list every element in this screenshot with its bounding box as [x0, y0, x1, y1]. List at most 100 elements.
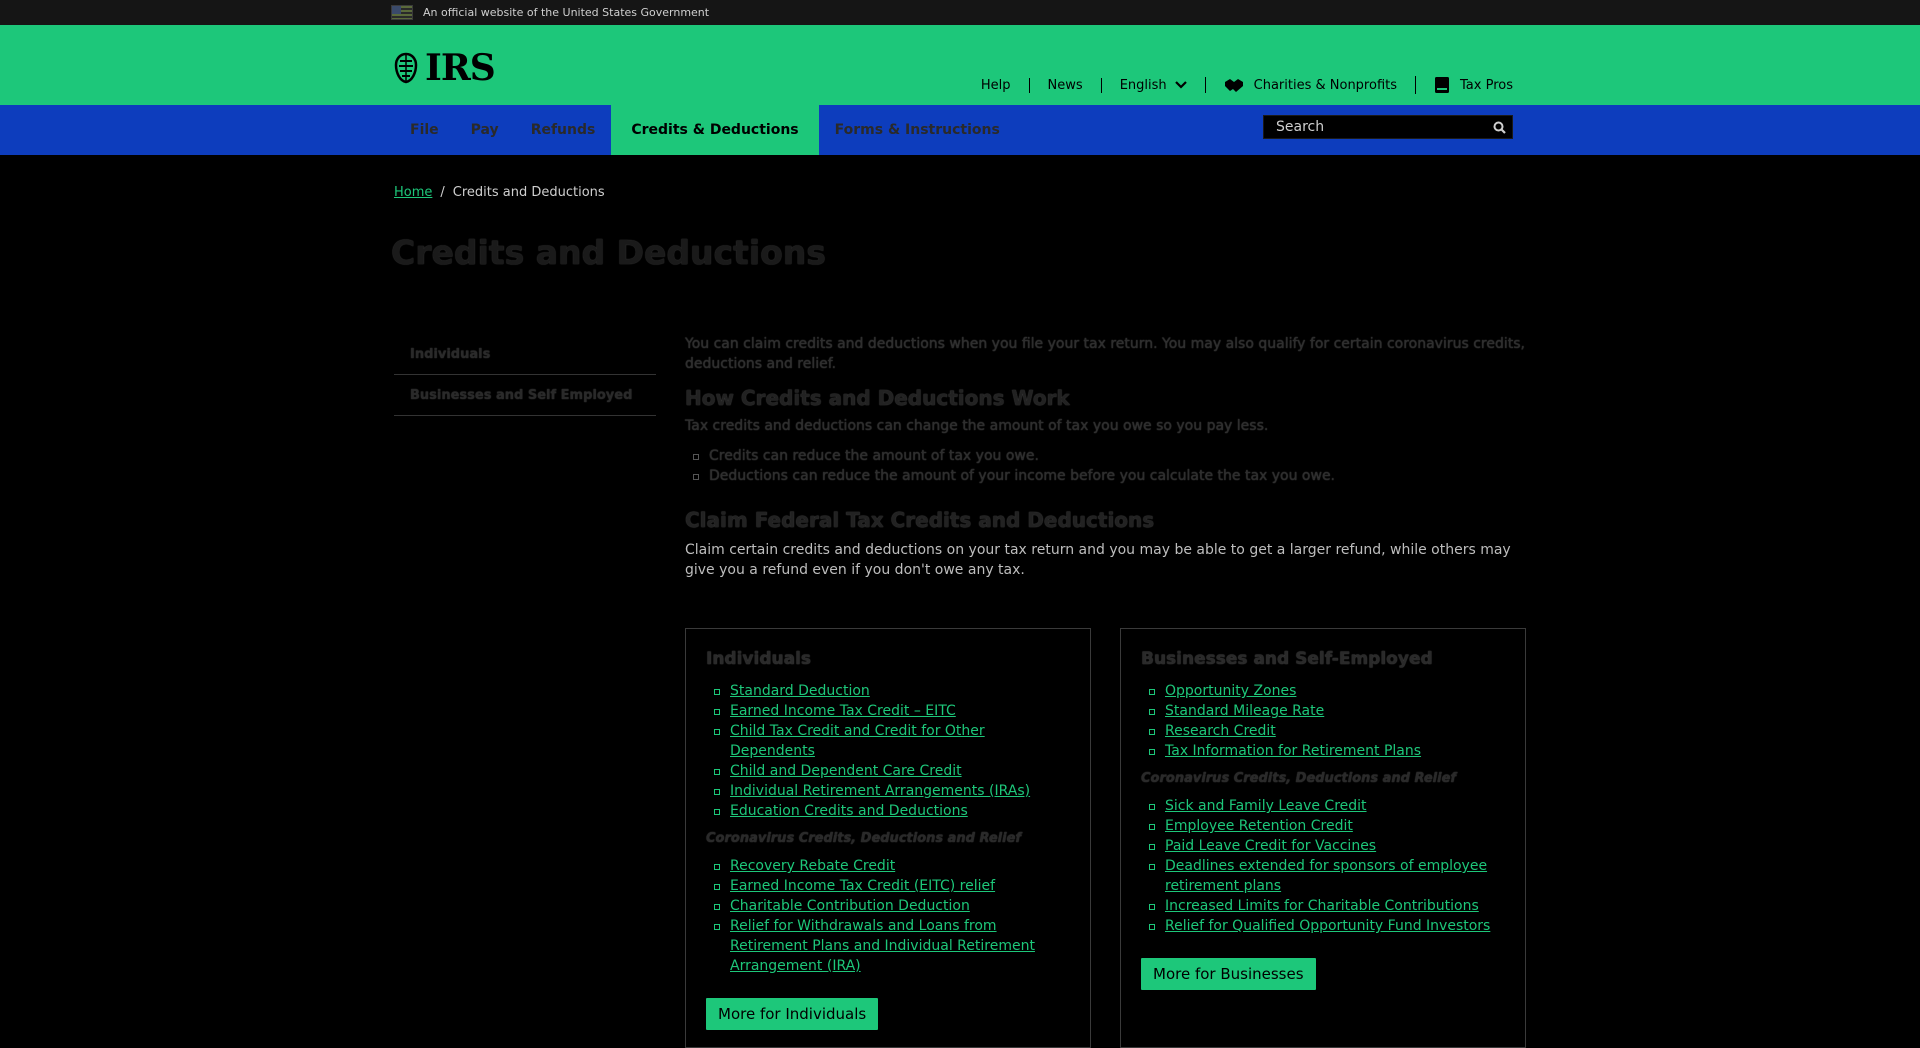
individuals-card-title: Individuals [706, 649, 812, 669]
list-item: Relief for Qualified Opportunity Fund In… [1145, 916, 1505, 936]
individuals-card: Individuals Standard Deduction Earned In… [685, 628, 1091, 1048]
individuals-covid-subheading: Coronavirus Credits, Deductions and Reli… [706, 831, 1022, 846]
individuals-links: Standard Deduction Earned Income Tax Cre… [706, 681, 1070, 821]
eagle-icon [394, 52, 418, 84]
link-dependent-care-credit[interactable]: Child and Dependent Care Credit [730, 763, 962, 779]
help-link[interactable]: Help [981, 78, 1029, 93]
link-eitc[interactable]: Earned Income Tax Credit – EITC [730, 703, 956, 719]
link-research-credit[interactable]: Research Credit [1165, 723, 1276, 739]
chevron-down-icon [1174, 81, 1187, 89]
claim-text: Claim certain credits and deductions on … [685, 542, 1511, 578]
nav-file[interactable]: File [394, 105, 455, 155]
search-box [1263, 115, 1513, 139]
gov-banner: An official website of the United States… [0, 0, 1920, 25]
list-item: Employee Retention Credit [1145, 816, 1505, 836]
list-item: Earned Income Tax Credit (EITC) relief [710, 876, 1070, 896]
nav-pay[interactable]: Pay [455, 105, 515, 155]
intro-text: You can claim credits and deductions whe… [685, 336, 1525, 372]
list-item: Research Credit [1145, 721, 1505, 741]
businesses-covid-links: Sick and Family Leave Credit Employee Re… [1141, 796, 1505, 936]
nav-forms-instructions[interactable]: Forms & Instructions [819, 105, 1016, 155]
gov-banner-text: An official website of the United States… [423, 6, 710, 19]
list-item: Tax Information for Retirement Plans [1145, 741, 1505, 761]
language-label: English [1119, 77, 1167, 93]
handshake-icon [1224, 77, 1244, 93]
claim-heading: Claim Federal Tax Credits and Deductions [685, 508, 1155, 532]
site-header: IRS Help News English Charities & Nonpro… [0, 25, 1920, 105]
link-paid-leave-vaccines[interactable]: Paid Leave Credit for Vaccines [1165, 838, 1376, 854]
businesses-card-title: Businesses and Self-Employed [1141, 649, 1433, 669]
list-item: Credits can reduce the amount of tax you… [693, 446, 1525, 466]
list-item: Child and Dependent Care Credit [710, 761, 1070, 781]
utility-nav: Help News English Charities & Nonprofits… [981, 76, 1513, 94]
breadcrumb-separator: / [440, 185, 445, 200]
list-item: Deductions can reduce the amount of your… [693, 466, 1525, 486]
sidenav-item-businesses[interactable]: Businesses and Self Employed [394, 375, 656, 416]
list-item: Opportunity Zones [1145, 681, 1505, 701]
page-title: Credits and Deductions [391, 233, 826, 272]
link-deadlines-extended[interactable]: Deadlines extended for sponsors of emplo… [1165, 858, 1487, 894]
news-link[interactable]: News [1028, 77, 1101, 93]
side-nav: Individuals Businesses and Self Employed [394, 334, 656, 416]
link-education-credits[interactable]: Education Credits and Deductions [730, 803, 968, 819]
link-sick-family-leave[interactable]: Sick and Family Leave Credit [1165, 798, 1367, 814]
breadcrumb: Home / Credits and Deductions [394, 185, 605, 200]
logo-text: IRS [425, 47, 496, 89]
sidenav-item-individuals[interactable]: Individuals [394, 334, 656, 375]
tax-pros-link[interactable]: Tax Pros [1415, 76, 1513, 94]
link-charitable-deduction[interactable]: Charitable Contribution Deduction [730, 898, 970, 914]
list-item: Standard Mileage Rate [1145, 701, 1505, 721]
businesses-card: Businesses and Self-Employed Opportunity… [1120, 628, 1526, 1048]
link-iras[interactable]: Individual Retirement Arrangements (IRAs… [730, 783, 1030, 799]
link-charitable-limits[interactable]: Increased Limits for Charitable Contribu… [1165, 898, 1479, 914]
list-item: Increased Limits for Charitable Contribu… [1145, 896, 1505, 916]
language-selector[interactable]: English [1100, 77, 1205, 93]
search-input[interactable] [1264, 116, 1486, 138]
list-item: Earned Income Tax Credit – EITC [710, 701, 1070, 721]
list-item: Relief for Withdrawals and Loans from Re… [710, 916, 1070, 976]
individuals-covid-links: Recovery Rebate Credit Earned Income Tax… [706, 856, 1070, 976]
list-item: Education Credits and Deductions [710, 801, 1070, 821]
list-item: Standard Deduction [710, 681, 1070, 701]
list-item: Recovery Rebate Credit [710, 856, 1070, 876]
link-standard-mileage-rate[interactable]: Standard Mileage Rate [1165, 703, 1324, 719]
link-employee-retention[interactable]: Employee Retention Credit [1165, 818, 1353, 834]
main-nav: File Pay Refunds Credits & Deductions Fo… [0, 105, 1920, 155]
us-flag-icon [391, 5, 413, 20]
news-label: News [1047, 77, 1083, 93]
charities-link[interactable]: Charities & Nonprofits [1204, 77, 1415, 93]
nav-credits-deductions[interactable]: Credits & Deductions [611, 105, 819, 155]
search-icon [1493, 121, 1506, 134]
list-item: Sick and Family Leave Credit [1145, 796, 1505, 816]
irs-logo[interactable]: IRS [391, 47, 496, 89]
list-item: Deadlines extended for sponsors of emplo… [1145, 856, 1505, 896]
how-bullets: Credits can reduce the amount of tax you… [685, 446, 1525, 486]
charities-label: Charities & Nonprofits [1253, 77, 1398, 93]
more-for-individuals-button[interactable]: More for Individuals [706, 998, 879, 1030]
tax-pros-label: Tax Pros [1460, 77, 1513, 93]
help-label: Help [980, 77, 1011, 93]
list-item: Charitable Contribution Deduction [710, 896, 1070, 916]
list-item: Child Tax Credit and Credit for Other De… [710, 721, 1070, 761]
link-eitc-relief[interactable]: Earned Income Tax Credit (EITC) relief [730, 878, 995, 894]
link-opportunity-zones[interactable]: Opportunity Zones [1165, 683, 1296, 699]
main-content: You can claim credits and deductions whe… [685, 334, 1525, 580]
businesses-links: Opportunity Zones Standard Mileage Rate … [1141, 681, 1505, 761]
link-retirement-plans-info[interactable]: Tax Information for Retirement Plans [1165, 743, 1421, 759]
more-for-businesses-button[interactable]: More for Businesses [1141, 958, 1316, 990]
breadcrumb-home[interactable]: Home [394, 185, 432, 200]
how-heading: How Credits and Deductions Work [685, 386, 1070, 410]
link-standard-deduction[interactable]: Standard Deduction [730, 683, 870, 699]
businesses-covid-subheading: Coronavirus Credits, Deductions and Reli… [1141, 771, 1457, 786]
link-retirement-relief[interactable]: Relief for Withdrawals and Loans from Re… [730, 918, 1035, 974]
list-item: Individual Retirement Arrangements (IRAs… [710, 781, 1070, 801]
how-text: Tax credits and deductions can change th… [685, 418, 1269, 434]
link-opportunity-fund-relief[interactable]: Relief for Qualified Opportunity Fund In… [1165, 918, 1490, 934]
link-recovery-rebate[interactable]: Recovery Rebate Credit [730, 858, 895, 874]
book-icon [1434, 76, 1450, 94]
link-child-tax-credit[interactable]: Child Tax Credit and Credit for Other De… [730, 723, 985, 759]
breadcrumb-current: Credits and Deductions [452, 185, 605, 200]
search-button[interactable] [1486, 116, 1512, 138]
nav-refunds[interactable]: Refunds [515, 105, 612, 155]
list-item: Paid Leave Credit for Vaccines [1145, 836, 1505, 856]
